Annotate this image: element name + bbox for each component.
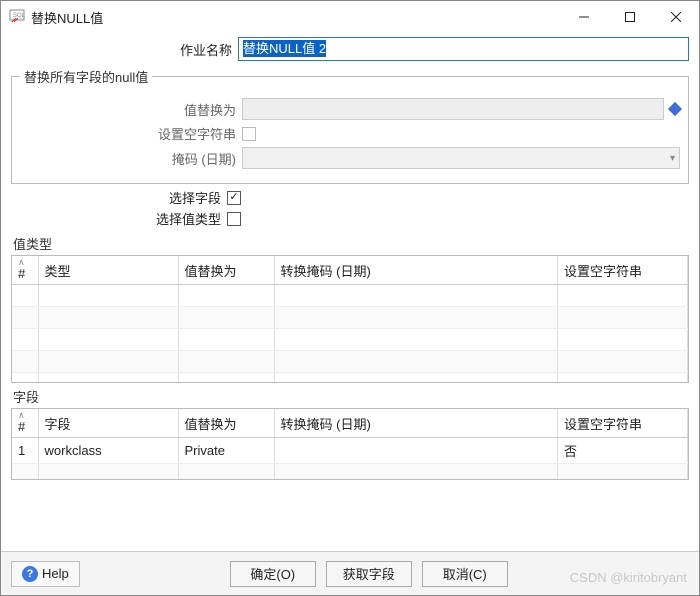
job-name-label: 作业名称 [11,40,238,59]
col-convert-mask[interactable]: 转换掩码 (日期) [274,256,558,285]
replace-all-fields-legend: 替换所有字段的null值 [20,67,152,86]
sort-icon[interactable]: ∧ [18,412,32,419]
help-button[interactable]: ? Help [11,561,80,587]
job-name-row: 作业名称 替换NULL值 2 [11,37,689,61]
replace-all-fields-group: 替换所有字段的null值 值替换为 设置空字符串 掩码 (日期) ▾ [11,67,689,184]
app-icon: SQL [9,9,25,25]
footer-bar: ? Help 确定(O) 获取字段 取消(C) [1,551,699,595]
value-types-label: 值类型 [13,234,689,253]
ok-button[interactable]: 确定(O) [230,561,316,587]
col-type[interactable]: 类型 [38,256,178,285]
mask-date-label: 掩码 (日期) [20,149,242,168]
value-types-grid[interactable]: ∧# 类型 值替换为 转换掩码 (日期) 设置空字符串 [11,255,689,383]
close-button[interactable] [653,1,699,33]
select-value-type-label: 选择值类型 [11,209,227,228]
table-row[interactable]: 1 workclass Private 否 [12,438,688,464]
replace-with-label: 值替换为 [20,100,242,119]
table-row[interactable] [12,373,688,384]
svg-text:SQL: SQL [13,13,25,19]
col-replace-with[interactable]: 值替换为 [178,256,274,285]
job-name-input[interactable]: 替换NULL值 2 [238,37,689,61]
title-bar: SQL 替换NULL值 [1,1,699,33]
mask-date-dropdown: ▾ [242,147,680,169]
table-row[interactable] [12,329,688,351]
sort-icon[interactable]: ∧ [18,259,32,266]
col-convert-mask-f[interactable]: 转换掩码 (日期) [274,409,558,438]
job-name-value: 替换NULL值 2 [243,40,326,57]
replace-with-input [242,98,664,120]
set-empty-checkbox [242,127,256,141]
table-row[interactable] [12,464,688,481]
select-field-label: 选择字段 [11,188,227,207]
select-field-checkbox[interactable]: ✓ [227,191,241,205]
col-replace-with-f[interactable]: 值替换为 [178,409,274,438]
table-row[interactable] [12,307,688,329]
chevron-down-icon: ▾ [670,153,675,164]
set-empty-label: 设置空字符串 [20,124,242,143]
window-title: 替换NULL值 [31,8,561,27]
table-row[interactable] [12,285,688,307]
value-types-header-row: ∧# 类型 值替换为 转换掩码 (日期) 设置空字符串 [12,256,688,285]
col-set-empty[interactable]: 设置空字符串 [558,256,688,285]
fields-label: 字段 [13,387,689,406]
variable-icon[interactable] [668,102,682,116]
fields-header-row: ∧# 字段 值替换为 转换掩码 (日期) 设置空字符串 [12,409,688,438]
maximize-button[interactable] [607,1,653,33]
col-field[interactable]: 字段 [38,409,178,438]
table-row[interactable] [12,351,688,373]
select-value-type-checkbox[interactable] [227,212,241,226]
get-fields-button[interactable]: 获取字段 [326,561,412,587]
fields-grid[interactable]: ∧# 字段 值替换为 转换掩码 (日期) 设置空字符串 1 workclass … [11,408,689,480]
help-label: Help [42,566,69,581]
cancel-button[interactable]: 取消(C) [422,561,508,587]
help-icon: ? [22,566,38,582]
col-set-empty-f[interactable]: 设置空字符串 [558,409,688,438]
minimize-button[interactable] [561,1,607,33]
